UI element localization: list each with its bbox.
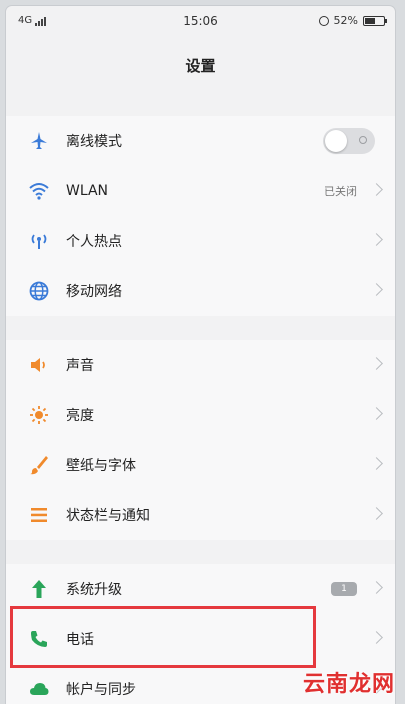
update-badge: 1: [331, 582, 357, 596]
settings-item-wlan[interactable]: WLAN 已关闭: [6, 166, 395, 216]
cloud-icon: [26, 676, 52, 702]
globe-icon: [26, 278, 52, 304]
alarm-icon: [318, 15, 329, 26]
chevron-right-icon: [370, 407, 383, 420]
phone-screen: 4G 15:06 52% 设置 离线模式 WLAN 已关闭个人热点移动网络声音亮度壁…: [6, 6, 395, 704]
chevron-right-icon: [370, 357, 383, 370]
settings-item-label: 声音: [66, 358, 94, 374]
settings-item-brightness[interactable]: 亮度: [6, 390, 395, 440]
settings-group: 离线模式 WLAN 已关闭个人热点移动网络: [6, 116, 395, 316]
settings-item-wallpaper-font[interactable]: 壁纸与字体: [6, 440, 395, 490]
chevron-right-icon: [370, 283, 383, 296]
group-separator: [6, 540, 395, 564]
battery-icon: [363, 15, 387, 26]
settings-item-sound[interactable]: 声音: [6, 340, 395, 390]
settings-item-label: 电话: [66, 632, 94, 648]
brush-icon: [26, 452, 52, 478]
battery-percent: 52%: [333, 14, 358, 27]
sun-icon: [26, 402, 52, 428]
settings-item-label: 状态栏与通知: [66, 508, 150, 524]
airplane-mode-toggle[interactable]: [323, 128, 375, 154]
settings-item-label: 系统升级: [66, 582, 122, 598]
hotspot-icon: [26, 228, 52, 254]
settings-item-statusbar-notify[interactable]: 状态栏与通知: [6, 490, 395, 540]
settings-item-hotspot[interactable]: 个人热点: [6, 216, 395, 266]
settings-item-phone[interactable]: 电话: [6, 614, 395, 664]
chevron-right-icon: [370, 183, 383, 196]
page-title: 设置: [185, 57, 216, 75]
settings-item-label: 离线模式: [66, 134, 122, 150]
wifi-icon: [26, 178, 52, 204]
group-separator: [6, 316, 395, 340]
list-icon: [26, 502, 52, 528]
settings-item-label: WLAN: [66, 183, 109, 199]
arrow-up-icon: [26, 576, 52, 602]
settings-item-label: 个人热点: [66, 234, 122, 250]
status-bar: 4G 15:06 52%: [6, 6, 395, 36]
speaker-icon: [26, 352, 52, 378]
settings-list: 离线模式 WLAN 已关闭个人热点移动网络声音亮度壁纸与字体状态栏与通知 系统升级 1 电…: [6, 116, 395, 704]
settings-item-mobile-network[interactable]: 移动网络: [6, 266, 395, 316]
settings-item-label: 壁纸与字体: [66, 458, 136, 474]
chevron-right-icon: [370, 631, 383, 644]
status-right: 52%: [318, 14, 387, 27]
watermark: 云南龙网: [302, 672, 395, 697]
phone-icon: [26, 626, 52, 652]
airplane-icon: [26, 128, 52, 154]
settings-item-label: 移动网络: [66, 284, 122, 300]
settings-item-label: 帐户与同步: [66, 682, 136, 698]
settings-item-label: 亮度: [66, 408, 94, 424]
settings-item-system-update[interactable]: 系统升级 1: [6, 564, 395, 614]
chevron-right-icon: [370, 233, 383, 246]
settings-item-airplane[interactable]: 离线模式: [6, 116, 395, 166]
chevron-right-icon: [370, 581, 383, 594]
settings-group: 声音亮度壁纸与字体状态栏与通知: [6, 340, 395, 540]
chevron-right-icon: [370, 507, 383, 520]
settings-item-value: 已关闭: [324, 185, 357, 198]
chevron-right-icon: [370, 457, 383, 470]
